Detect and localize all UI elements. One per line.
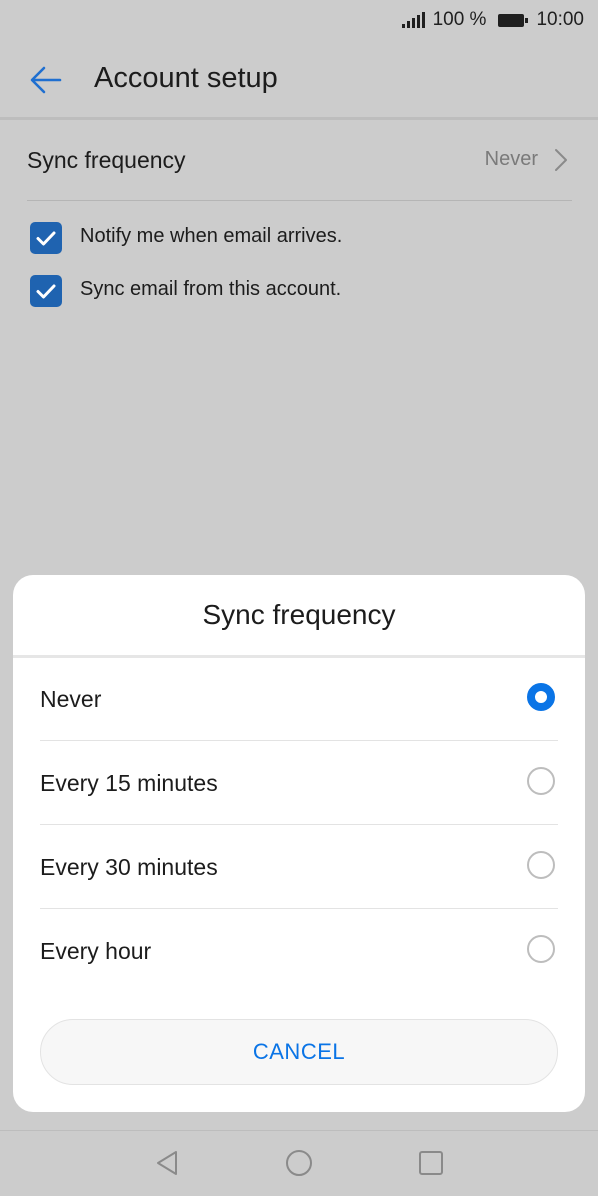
- nav-bar-divider: [0, 1130, 598, 1131]
- nav-recents-icon[interactable]: [416, 1148, 446, 1178]
- dialog-title: Sync frequency: [202, 599, 396, 630]
- radio-button[interactable]: [527, 851, 555, 879]
- clock: 10:00: [536, 9, 584, 30]
- option-never[interactable]: Never: [40, 657, 558, 741]
- nav-home-icon[interactable]: [284, 1148, 314, 1178]
- option-label: Every hour: [40, 938, 152, 964]
- cancel-button[interactable]: CANCEL: [40, 1019, 558, 1085]
- option-every-15-minutes[interactable]: Every 15 minutes: [40, 741, 558, 825]
- status-bar: 100 % 10:00: [0, 0, 598, 40]
- sync-frequency-row[interactable]: Sync frequency Never: [0, 120, 598, 200]
- status-indicators: 100 % 10:00: [401, 9, 584, 31]
- sync-frequency-value: Never: [484, 148, 538, 170]
- nav-back-icon[interactable]: [152, 1148, 182, 1178]
- checkmark-icon: [36, 231, 56, 246]
- radio-button[interactable]: [527, 935, 555, 963]
- app-bar: Account setup: [0, 40, 598, 118]
- sync-email-checkbox-label: Sync email from this account.: [80, 278, 342, 300]
- sync-email-checkbox-row[interactable]: Sync email from this account.: [30, 273, 570, 307]
- notify-checkbox[interactable]: [30, 222, 62, 254]
- notify-checkbox-label: Notify me when email arrives.: [80, 225, 343, 247]
- sync-frequency-label: Sync frequency: [27, 147, 186, 173]
- option-every-30-minutes[interactable]: Every 30 minutes: [40, 825, 558, 909]
- page-title: Account setup: [94, 62, 278, 94]
- radio-button-selected[interactable]: [527, 683, 555, 711]
- chevron-right-icon: [555, 149, 567, 171]
- option-label: Never: [40, 686, 102, 712]
- sync-row-divider: [27, 200, 572, 201]
- option-label: Every 30 minutes: [40, 854, 218, 880]
- sync-frequency-dialog: Sync frequency Never Every 15 minutes Ev…: [13, 575, 585, 1112]
- battery-percent: 100 %: [432, 9, 487, 30]
- signal-icon: [401, 12, 425, 28]
- navigation-bar: [0, 1130, 598, 1196]
- option-label: Every 15 minutes: [40, 770, 218, 796]
- battery-icon: [498, 13, 529, 27]
- checkmark-icon: [36, 284, 56, 299]
- notify-checkbox-row[interactable]: Notify me when email arrives.: [30, 220, 570, 254]
- option-every-hour[interactable]: Every hour: [40, 909, 558, 993]
- back-arrow-icon[interactable]: [28, 62, 64, 98]
- sync-email-checkbox[interactable]: [30, 275, 62, 307]
- radio-button[interactable]: [527, 767, 555, 795]
